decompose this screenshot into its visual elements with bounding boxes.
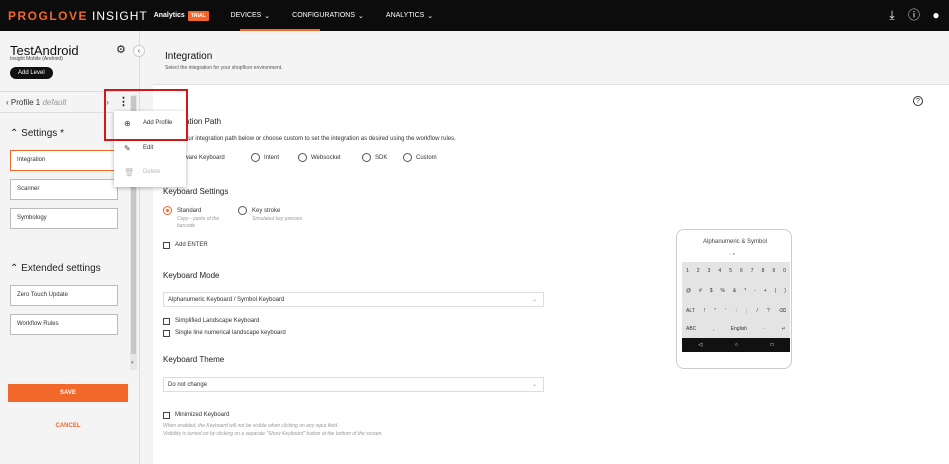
keyboard-theme-header: Keyboard Theme (163, 355, 225, 364)
menu-item-label: Edit (143, 145, 154, 151)
chevron-down-icon: ⌄ (264, 12, 271, 20)
radio-standard[interactable] (163, 206, 172, 215)
standard-hint: Copy - paste of the barcode (177, 216, 220, 229)
menu-item-edit[interactable]: ✎ Edit (114, 138, 186, 160)
recents-icon: □ (770, 342, 774, 348)
nav-devices[interactable]: DEVICES ⌄ (231, 12, 271, 20)
download-icon[interactable]: ⤓ (885, 8, 899, 22)
keyboard-preview: Alphanumeric & Symbol ○ ● 1234567890 @ # $… (676, 229, 792, 369)
trash-icon: 🗑 (124, 168, 135, 177)
page-dots: ○ ● (729, 251, 735, 256)
profile-default-tag: default (42, 98, 67, 107)
keyboard-mode-header: Keyboard Mode (163, 271, 220, 280)
keyboard-theme-select[interactable]: Do not change ⌄ (163, 377, 544, 392)
main-header (153, 31, 949, 85)
nav-configurations[interactable]: CONFIGURATIONS ⌄ (292, 12, 364, 20)
keyboard-row-4: ABC, English · ↵ (686, 326, 786, 332)
brand-insight: INSIGHT (92, 8, 148, 23)
keyboard-mode-select[interactable]: Alphanumeric Keyboard / Symbol Keyboard … (163, 292, 544, 307)
highlight-box (104, 89, 188, 141)
scroll-down-icon[interactable]: ▾ (131, 360, 134, 366)
radio-custom[interactable] (403, 153, 412, 162)
gear-icon[interactable]: ⚙ (116, 43, 126, 56)
option-intent-label: Intent (264, 155, 280, 161)
keyboard-row-2: @ # $% & * - +() (686, 288, 786, 294)
nav-analytics-label: ANALYTICS (385, 12, 425, 19)
trial-badge: TRIAL (187, 10, 209, 21)
menu-item-label: Delete (143, 169, 161, 175)
preview-keyboard: 1234567890 @ # $% & * - +() ALT! " ':; /? ⌫ ABC, En… (682, 262, 790, 350)
keyboard-mode-value: Alphanumeric Keyboard / Symbol Keyboard (168, 297, 285, 303)
page-subtitle: Select the integration for your shopfloo… (165, 65, 283, 71)
simplified-landscape-checkbox[interactable] (163, 318, 170, 325)
home-icon: ○ (734, 342, 738, 348)
nav-devices-label: DEVICES (230, 12, 262, 19)
single-line-label: Single line numerical landscape keyboard (175, 330, 286, 336)
option-software-keyboard[interactable]: ftware Keyboard (181, 155, 225, 161)
integration-path-description: our integration path below or choose cus… (185, 136, 456, 142)
sidebar-item-integration[interactable]: Integration (10, 150, 118, 171)
extended-settings-header[interactable]: ⌃ Extended settings (10, 263, 101, 274)
top-icons: ⤓ ⓘ ● (885, 8, 943, 22)
option-sdk-label: SDK (375, 155, 388, 161)
nav-analytics[interactable]: ANALYTICS ⌄ (386, 12, 433, 20)
key-stroke-label: Key stroke (252, 208, 281, 214)
extended-header-label: Extended settings (21, 263, 101, 274)
minimized-hint-line2: Visibility is turned on by clicking on a… (163, 431, 383, 437)
help-icon[interactable]: ⓘ (907, 8, 921, 22)
menu-item-delete: 🗑 Delete (114, 162, 186, 184)
minimized-hint-line1: When enabled, the Keyboard will not be v… (163, 423, 339, 429)
profile-name: Profile 1 (10, 98, 41, 107)
phone-nav-bar: ◁ ○ □ (682, 338, 790, 352)
app-subtitle: Insight Mobile (Android) (10, 56, 63, 62)
radio-key-stroke[interactable] (238, 206, 247, 215)
radio-sdk[interactable] (362, 153, 371, 162)
main-content (153, 31, 949, 464)
keyboard-settings-header: Keyboard Settings (163, 187, 229, 196)
profile-label: ‹ Profile 1 default (6, 98, 67, 107)
key-stroke-hint: Simulated key presses (252, 216, 303, 222)
preview-title: Alphanumeric & Symbol (702, 239, 768, 245)
collapse-sidebar-button[interactable]: ‹ (133, 45, 145, 57)
chevron-up-icon: ⌃ (10, 263, 22, 274)
help-icon[interactable]: ? (913, 96, 923, 106)
option-custom-label: Custom (416, 155, 437, 161)
keyboard-row-1: 1234567890 (686, 268, 786, 274)
page-title: Integration (165, 51, 213, 62)
add-enter-checkbox[interactable] (163, 242, 170, 249)
minimized-keyboard-checkbox[interactable] (163, 412, 170, 419)
back-icon: ◁ (698, 342, 703, 348)
integration-path-header: ation Path (185, 117, 222, 126)
brand-analytics: Analytics (153, 12, 185, 19)
sidebar-item-symbology[interactable]: Symbology (10, 208, 118, 229)
pencil-icon: ✎ (124, 144, 131, 153)
add-level-button[interactable]: Add Level (10, 67, 53, 79)
top-bar: PROGLOVE INSIGHT Analytics TRIAL DEVICES… (0, 0, 949, 31)
brand-logo[interactable]: PROGLOVE (8, 9, 88, 23)
sidebar-item-zero-touch-update[interactable]: Zero Touch Update (10, 285, 118, 306)
option-websocket-label: Websocket (311, 155, 341, 161)
single-line-checkbox[interactable] (163, 330, 170, 337)
chevron-down-icon: ⌄ (427, 12, 434, 20)
radio-intent[interactable] (251, 153, 260, 162)
save-button[interactable]: SAVE (8, 384, 128, 402)
add-enter-label: Add ENTER (175, 242, 208, 248)
keyboard-theme-value: Do not change (168, 382, 208, 388)
standard-label: Standard (177, 208, 202, 214)
minimized-keyboard-label: Minimized Keyboard (175, 412, 230, 418)
radio-websocket[interactable] (298, 153, 307, 162)
account-icon[interactable]: ● (929, 8, 943, 22)
sidebar-item-scanner[interactable]: Scanner (10, 179, 118, 200)
chevron-down-icon: ⌄ (531, 382, 537, 388)
chevron-up-icon: ⌃ (10, 128, 22, 139)
chevron-down-icon: ⌄ (358, 12, 364, 20)
settings-header-label: Settings * (21, 128, 64, 139)
settings-header[interactable]: ⌃ Settings * (10, 128, 64, 139)
sidebar-item-workflow-rules[interactable]: Workflow Rules (10, 314, 118, 335)
keyboard-row-3: ALT! " ':; /? ⌫ (686, 308, 786, 314)
simplified-landscape-label: Simplified Landscape Keyboard (175, 318, 260, 324)
nav-configurations-label: CONFIGURATIONS (292, 12, 356, 19)
cancel-button[interactable]: CANCEL (8, 418, 128, 434)
chevron-down-icon: ⌄ (531, 297, 537, 303)
